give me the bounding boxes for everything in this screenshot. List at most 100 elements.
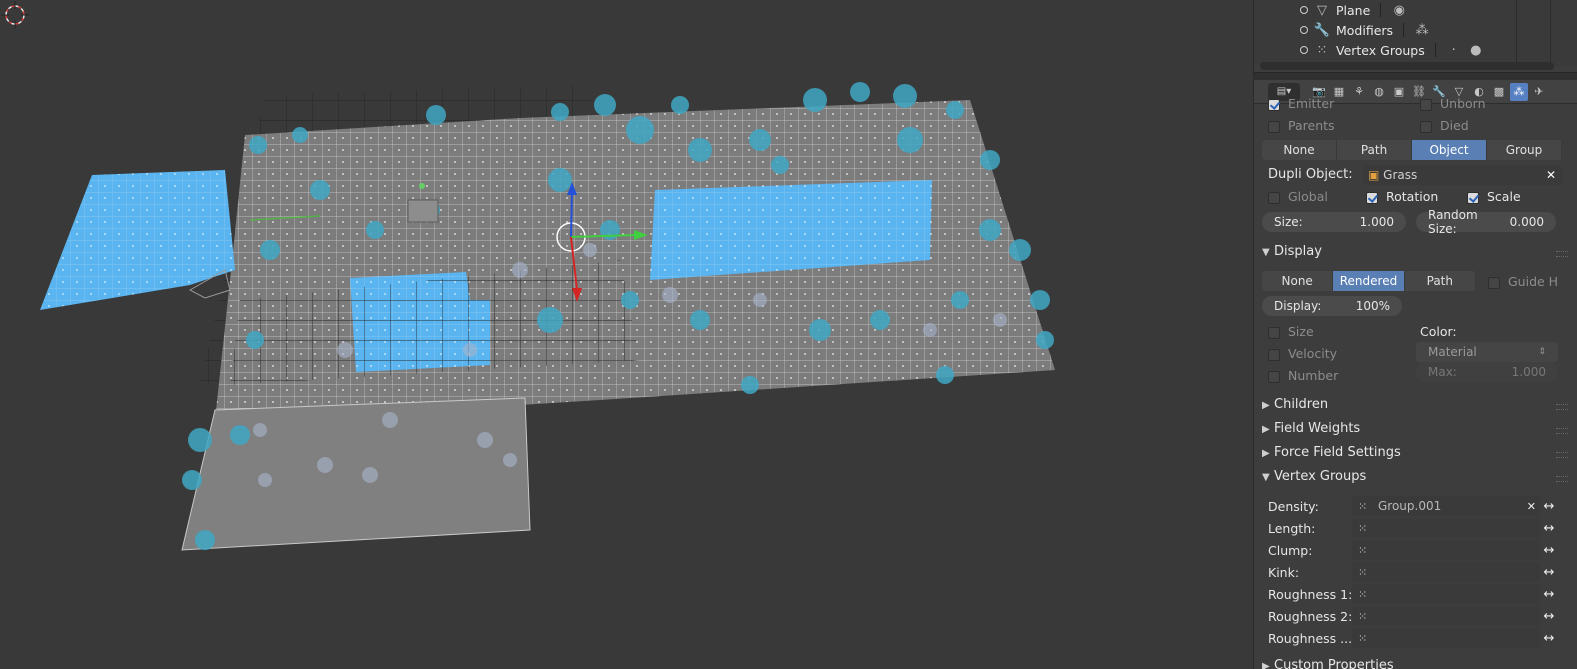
size-field[interactable]: Size: 1.000 bbox=[1262, 212, 1406, 232]
roughness-2-group-field[interactable]: ⁙ bbox=[1352, 606, 1540, 626]
render-as-object-button[interactable]: Object bbox=[1412, 140, 1487, 160]
custom-properties-panel-header[interactable]: ▶ Custom Properties bbox=[1262, 658, 1394, 669]
kink-label: Kink: bbox=[1268, 565, 1300, 580]
invert-clump-icon[interactable]: ↔ bbox=[1540, 540, 1558, 560]
color-dropdown[interactable]: Material ⇕ bbox=[1416, 342, 1558, 362]
checkbox-icon[interactable] bbox=[1268, 191, 1280, 204]
render-as-none-button[interactable]: None bbox=[1262, 140, 1337, 160]
3d-viewport[interactable] bbox=[0, 0, 1253, 669]
max-label: Max: bbox=[1428, 365, 1457, 379]
show-size-checkbox[interactable]: Size bbox=[1268, 324, 1314, 339]
display-none-button[interactable]: None bbox=[1262, 271, 1334, 291]
expand-icon[interactable] bbox=[1300, 46, 1308, 54]
checkbox-icon[interactable] bbox=[1268, 120, 1280, 133]
drag-grip-icon[interactable] bbox=[1556, 452, 1568, 458]
density-group-field[interactable]: ⁙ Group.001 ✕ bbox=[1352, 496, 1540, 516]
global-checkbox[interactable]: Global bbox=[1268, 189, 1328, 204]
object-icon[interactable]: ▣ bbox=[1390, 83, 1408, 101]
outliner-item-plane[interactable]: ▽ Plane ◉ bbox=[1314, 0, 1407, 20]
checkbox-icon[interactable] bbox=[1366, 191, 1378, 204]
invert-density-icon[interactable]: ↔ bbox=[1540, 496, 1558, 516]
vertex-groups-icon: ⁙ bbox=[1358, 499, 1368, 513]
checkbox-label: Parents bbox=[1288, 118, 1335, 133]
random-size-field[interactable]: Random Size: 0.000 bbox=[1416, 208, 1556, 236]
length-group-field[interactable]: ⁙ bbox=[1352, 518, 1540, 538]
clear-x-icon[interactable]: ✕ bbox=[1546, 168, 1556, 182]
particles-icon[interactable]: ⁂ bbox=[1414, 22, 1430, 38]
render-as-path-button[interactable]: Path bbox=[1337, 140, 1412, 160]
parents-checkbox[interactable]: Parents bbox=[1268, 118, 1335, 133]
drag-grip-icon[interactable] bbox=[1556, 476, 1568, 482]
scene-icon[interactable]: ⚘ bbox=[1350, 83, 1368, 101]
drag-grip-icon[interactable] bbox=[1556, 251, 1568, 257]
render-as-group-button[interactable]: Group bbox=[1487, 140, 1562, 160]
physics-icon[interactable]: ✈ bbox=[1530, 83, 1548, 101]
kink-group-field[interactable]: ⁙ bbox=[1352, 562, 1540, 582]
display-percent-field[interactable]: Display: 100% bbox=[1262, 296, 1402, 316]
show-number-checkbox[interactable]: Number bbox=[1268, 368, 1338, 383]
max-field[interactable]: Max: 1.000 bbox=[1416, 362, 1558, 382]
panel-title: Children bbox=[1274, 397, 1329, 412]
checkbox-icon[interactable] bbox=[1268, 98, 1280, 111]
invert-roughness-end-icon[interactable]: ↔ bbox=[1540, 628, 1558, 648]
field-weights-panel-header[interactable]: ▶ Field Weights bbox=[1262, 421, 1360, 436]
drag-grip-icon[interactable] bbox=[1556, 428, 1568, 434]
checkbox-icon[interactable] bbox=[1420, 120, 1432, 133]
material-sphere-icon[interactable]: ◉ bbox=[1391, 2, 1407, 18]
world-icon[interactable]: ◍ bbox=[1370, 83, 1388, 101]
outliner-column-divider bbox=[1550, 0, 1551, 66]
collapsed-arrow-icon: ▶ bbox=[1262, 400, 1270, 411]
invert-roughness-2-icon[interactable]: ↔ bbox=[1540, 606, 1558, 626]
density-label: Density: bbox=[1268, 499, 1319, 514]
invert-roughness-1-icon[interactable]: ↔ bbox=[1540, 584, 1558, 604]
outliner-item-modifiers[interactable]: 🔧 Modifiers ⁂ bbox=[1314, 20, 1430, 40]
checkbox-icon[interactable] bbox=[1467, 191, 1479, 204]
properties-editor: ▽ Plane ◉ 🔧 Modifiers ⁂ ⁙ Vertex Groups … bbox=[1253, 0, 1577, 669]
particles-icon[interactable]: ⁂ bbox=[1510, 82, 1528, 101]
checkbox-icon[interactable] bbox=[1268, 348, 1280, 361]
panel-title: Field Weights bbox=[1274, 421, 1361, 436]
separator bbox=[1403, 23, 1405, 37]
outliner-item-vertex-groups[interactable]: ⁙ Vertex Groups · ● bbox=[1314, 40, 1484, 60]
outliner-scrollbar[interactable] bbox=[1260, 62, 1554, 70]
drag-grip-icon[interactable] bbox=[1556, 404, 1568, 410]
expand-icon[interactable] bbox=[1300, 26, 1308, 34]
checkbox-icon[interactable] bbox=[1268, 326, 1280, 339]
dupli-object-field[interactable]: ▣ Grass ✕ bbox=[1362, 165, 1562, 185]
roughness-end-group-field[interactable]: ⁙ bbox=[1352, 628, 1540, 648]
expand-icon[interactable] bbox=[1300, 6, 1308, 14]
clear-x-icon[interactable]: ✕ bbox=[1527, 500, 1536, 513]
rotation-checkbox[interactable]: Rotation bbox=[1366, 189, 1438, 204]
display-path-button[interactable]: Path bbox=[1405, 271, 1476, 291]
checkbox-icon[interactable] bbox=[1488, 276, 1500, 289]
vertex-group-sphere-icon[interactable]: ● bbox=[1468, 42, 1484, 58]
emitter-checkbox[interactable]: Emitter bbox=[1268, 96, 1334, 111]
vertex-groups-panel-header[interactable]: ▼ Vertex Groups bbox=[1262, 469, 1366, 484]
display-rendered-button[interactable]: Rendered bbox=[1333, 271, 1405, 291]
clump-group-field[interactable]: ⁙ bbox=[1352, 540, 1540, 560]
invert-kink-icon[interactable]: ↔ bbox=[1540, 562, 1558, 582]
texture-icon[interactable]: ▩ bbox=[1490, 83, 1508, 101]
children-panel-header[interactable]: ▶ Children bbox=[1262, 397, 1328, 412]
scale-checkbox[interactable]: Scale bbox=[1467, 189, 1521, 204]
3d-cursor-icon[interactable] bbox=[0, 0, 30, 30]
checkbox-icon[interactable] bbox=[1268, 370, 1280, 383]
guide-hairs-checkbox[interactable]: Guide H bbox=[1488, 274, 1558, 289]
wrench-icon: 🔧 bbox=[1313, 22, 1331, 38]
panel-title: Custom Properties bbox=[1274, 658, 1394, 669]
checkbox-icon[interactable] bbox=[1420, 98, 1432, 111]
clump-label: Clump: bbox=[1268, 543, 1313, 558]
scene-canvas[interactable] bbox=[0, 0, 1253, 669]
unborn-checkbox[interactable]: Unborn bbox=[1420, 96, 1486, 111]
force-field-settings-panel-header[interactable]: ▶ Force Field Settings bbox=[1262, 445, 1401, 460]
died-checkbox[interactable]: Died bbox=[1420, 118, 1469, 133]
display-panel-header[interactable]: ▼ Display bbox=[1262, 244, 1322, 259]
mesh-lower bbox=[181, 397, 531, 551]
show-velocity-checkbox[interactable]: Velocity bbox=[1268, 346, 1337, 361]
outliner-item-label: Vertex Groups bbox=[1336, 42, 1425, 58]
particle-settings: Emitter Unborn Parents Died None Path Ob… bbox=[1254, 96, 1577, 669]
vertex-groups-icon: ⁙ bbox=[1358, 565, 1368, 579]
roughness-1-group-field[interactable]: ⁙ bbox=[1352, 584, 1540, 604]
invert-length-icon[interactable]: ↔ bbox=[1540, 518, 1558, 538]
area-divider[interactable] bbox=[1254, 72, 1577, 80]
